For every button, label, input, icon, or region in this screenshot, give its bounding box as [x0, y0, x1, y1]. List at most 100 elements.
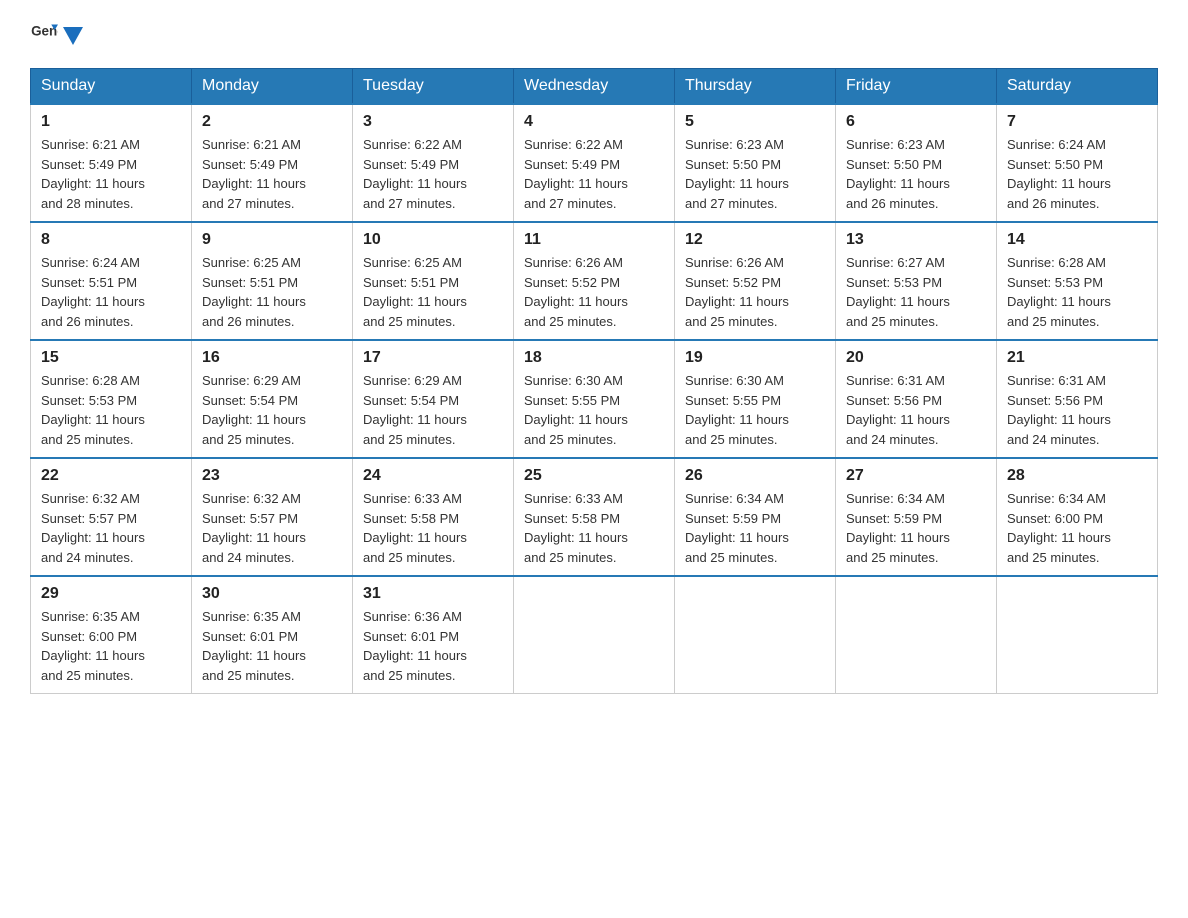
day-number: 3: [363, 113, 503, 131]
calendar-cell: 28 Sunrise: 6:34 AM Sunset: 6:00 PM Dayl…: [997, 458, 1158, 576]
calendar-cell: 5 Sunrise: 6:23 AM Sunset: 5:50 PM Dayli…: [675, 104, 836, 222]
calendar-cell: 24 Sunrise: 6:33 AM Sunset: 5:58 PM Dayl…: [353, 458, 514, 576]
day-number: 2: [202, 113, 342, 131]
logo: General: [30, 20, 84, 48]
calendar-cell: 27 Sunrise: 6:34 AM Sunset: 5:59 PM Dayl…: [836, 458, 997, 576]
day-info: Sunrise: 6:30 AM Sunset: 5:55 PM Dayligh…: [524, 371, 664, 449]
day-number: 18: [524, 349, 664, 367]
calendar-cell: 19 Sunrise: 6:30 AM Sunset: 5:55 PM Dayl…: [675, 340, 836, 458]
calendar-cell: 9 Sunrise: 6:25 AM Sunset: 5:51 PM Dayli…: [192, 222, 353, 340]
day-info: Sunrise: 6:23 AM Sunset: 5:50 PM Dayligh…: [685, 135, 825, 213]
day-number: 25: [524, 467, 664, 485]
day-number: 24: [363, 467, 503, 485]
calendar-cell: 1 Sunrise: 6:21 AM Sunset: 5:49 PM Dayli…: [31, 104, 192, 222]
logo-triangle-icon: [63, 27, 83, 47]
day-info: Sunrise: 6:21 AM Sunset: 5:49 PM Dayligh…: [41, 135, 181, 213]
calendar-cell: 15 Sunrise: 6:28 AM Sunset: 5:53 PM Dayl…: [31, 340, 192, 458]
day-info: Sunrise: 6:32 AM Sunset: 5:57 PM Dayligh…: [41, 489, 181, 567]
day-info: Sunrise: 6:33 AM Sunset: 5:58 PM Dayligh…: [524, 489, 664, 567]
calendar-cell: 3 Sunrise: 6:22 AM Sunset: 5:49 PM Dayli…: [353, 104, 514, 222]
day-info: Sunrise: 6:26 AM Sunset: 5:52 PM Dayligh…: [524, 253, 664, 331]
calendar-cell: 2 Sunrise: 6:21 AM Sunset: 5:49 PM Dayli…: [192, 104, 353, 222]
day-info: Sunrise: 6:31 AM Sunset: 5:56 PM Dayligh…: [1007, 371, 1147, 449]
day-number: 30: [202, 585, 342, 603]
day-number: 29: [41, 585, 181, 603]
calendar-cell: 11 Sunrise: 6:26 AM Sunset: 5:52 PM Dayl…: [514, 222, 675, 340]
day-info: Sunrise: 6:23 AM Sunset: 5:50 PM Dayligh…: [846, 135, 986, 213]
day-info: Sunrise: 6:24 AM Sunset: 5:51 PM Dayligh…: [41, 253, 181, 331]
day-number: 28: [1007, 467, 1147, 485]
day-info: Sunrise: 6:21 AM Sunset: 5:49 PM Dayligh…: [202, 135, 342, 213]
day-info: Sunrise: 6:27 AM Sunset: 5:53 PM Dayligh…: [846, 253, 986, 331]
day-number: 21: [1007, 349, 1147, 367]
day-number: 12: [685, 231, 825, 249]
day-number: 7: [1007, 113, 1147, 131]
calendar-cell: [836, 576, 997, 694]
weekday-header-tuesday: Tuesday: [353, 69, 514, 105]
calendar-cell: 26 Sunrise: 6:34 AM Sunset: 5:59 PM Dayl…: [675, 458, 836, 576]
calendar-cell: [514, 576, 675, 694]
day-number: 31: [363, 585, 503, 603]
logo-icon: General: [30, 20, 58, 48]
calendar-cell: [675, 576, 836, 694]
day-number: 9: [202, 231, 342, 249]
calendar-cell: 25 Sunrise: 6:33 AM Sunset: 5:58 PM Dayl…: [514, 458, 675, 576]
day-info: Sunrise: 6:26 AM Sunset: 5:52 PM Dayligh…: [685, 253, 825, 331]
day-number: 11: [524, 231, 664, 249]
day-number: 26: [685, 467, 825, 485]
weekday-header-sunday: Sunday: [31, 69, 192, 105]
calendar-header: SundayMondayTuesdayWednesdayThursdayFrid…: [31, 69, 1158, 105]
day-number: 15: [41, 349, 181, 367]
day-number: 20: [846, 349, 986, 367]
day-number: 16: [202, 349, 342, 367]
day-info: Sunrise: 6:34 AM Sunset: 6:00 PM Dayligh…: [1007, 489, 1147, 567]
day-number: 27: [846, 467, 986, 485]
day-info: Sunrise: 6:29 AM Sunset: 5:54 PM Dayligh…: [202, 371, 342, 449]
day-info: Sunrise: 6:22 AM Sunset: 5:49 PM Dayligh…: [363, 135, 503, 213]
day-info: Sunrise: 6:28 AM Sunset: 5:53 PM Dayligh…: [41, 371, 181, 449]
calendar-cell: 6 Sunrise: 6:23 AM Sunset: 5:50 PM Dayli…: [836, 104, 997, 222]
day-number: 4: [524, 113, 664, 131]
calendar-cell: 20 Sunrise: 6:31 AM Sunset: 5:56 PM Dayl…: [836, 340, 997, 458]
calendar-cell: 31 Sunrise: 6:36 AM Sunset: 6:01 PM Dayl…: [353, 576, 514, 694]
calendar-cell: 17 Sunrise: 6:29 AM Sunset: 5:54 PM Dayl…: [353, 340, 514, 458]
calendar-week-3: 15 Sunrise: 6:28 AM Sunset: 5:53 PM Dayl…: [31, 340, 1158, 458]
calendar-cell: [997, 576, 1158, 694]
day-number: 14: [1007, 231, 1147, 249]
calendar-cell: 23 Sunrise: 6:32 AM Sunset: 5:57 PM Dayl…: [192, 458, 353, 576]
day-number: 6: [846, 113, 986, 131]
calendar-cell: 18 Sunrise: 6:30 AM Sunset: 5:55 PM Dayl…: [514, 340, 675, 458]
day-info: Sunrise: 6:24 AM Sunset: 5:50 PM Dayligh…: [1007, 135, 1147, 213]
day-number: 23: [202, 467, 342, 485]
day-number: 8: [41, 231, 181, 249]
day-number: 22: [41, 467, 181, 485]
day-info: Sunrise: 6:28 AM Sunset: 5:53 PM Dayligh…: [1007, 253, 1147, 331]
day-number: 17: [363, 349, 503, 367]
calendar-cell: 13 Sunrise: 6:27 AM Sunset: 5:53 PM Dayl…: [836, 222, 997, 340]
calendar-cell: 12 Sunrise: 6:26 AM Sunset: 5:52 PM Dayl…: [675, 222, 836, 340]
day-info: Sunrise: 6:35 AM Sunset: 6:00 PM Dayligh…: [41, 607, 181, 685]
calendar-cell: 21 Sunrise: 6:31 AM Sunset: 5:56 PM Dayl…: [997, 340, 1158, 458]
day-number: 10: [363, 231, 503, 249]
day-info: Sunrise: 6:22 AM Sunset: 5:49 PM Dayligh…: [524, 135, 664, 213]
calendar-cell: 22 Sunrise: 6:32 AM Sunset: 5:57 PM Dayl…: [31, 458, 192, 576]
calendar-cell: 8 Sunrise: 6:24 AM Sunset: 5:51 PM Dayli…: [31, 222, 192, 340]
weekday-header-friday: Friday: [836, 69, 997, 105]
day-info: Sunrise: 6:33 AM Sunset: 5:58 PM Dayligh…: [363, 489, 503, 567]
calendar-cell: 14 Sunrise: 6:28 AM Sunset: 5:53 PM Dayl…: [997, 222, 1158, 340]
weekday-header-thursday: Thursday: [675, 69, 836, 105]
calendar-week-1: 1 Sunrise: 6:21 AM Sunset: 5:49 PM Dayli…: [31, 104, 1158, 222]
day-info: Sunrise: 6:30 AM Sunset: 5:55 PM Dayligh…: [685, 371, 825, 449]
day-info: Sunrise: 6:34 AM Sunset: 5:59 PM Dayligh…: [685, 489, 825, 567]
day-number: 19: [685, 349, 825, 367]
calendar-week-4: 22 Sunrise: 6:32 AM Sunset: 5:57 PM Dayl…: [31, 458, 1158, 576]
day-info: Sunrise: 6:29 AM Sunset: 5:54 PM Dayligh…: [363, 371, 503, 449]
calendar-cell: 4 Sunrise: 6:22 AM Sunset: 5:49 PM Dayli…: [514, 104, 675, 222]
weekday-header-wednesday: Wednesday: [514, 69, 675, 105]
weekday-header-saturday: Saturday: [997, 69, 1158, 105]
day-number: 1: [41, 113, 181, 131]
calendar-week-2: 8 Sunrise: 6:24 AM Sunset: 5:51 PM Dayli…: [31, 222, 1158, 340]
calendar-week-5: 29 Sunrise: 6:35 AM Sunset: 6:00 PM Dayl…: [31, 576, 1158, 694]
calendar-cell: 7 Sunrise: 6:24 AM Sunset: 5:50 PM Dayli…: [997, 104, 1158, 222]
day-info: Sunrise: 6:32 AM Sunset: 5:57 PM Dayligh…: [202, 489, 342, 567]
